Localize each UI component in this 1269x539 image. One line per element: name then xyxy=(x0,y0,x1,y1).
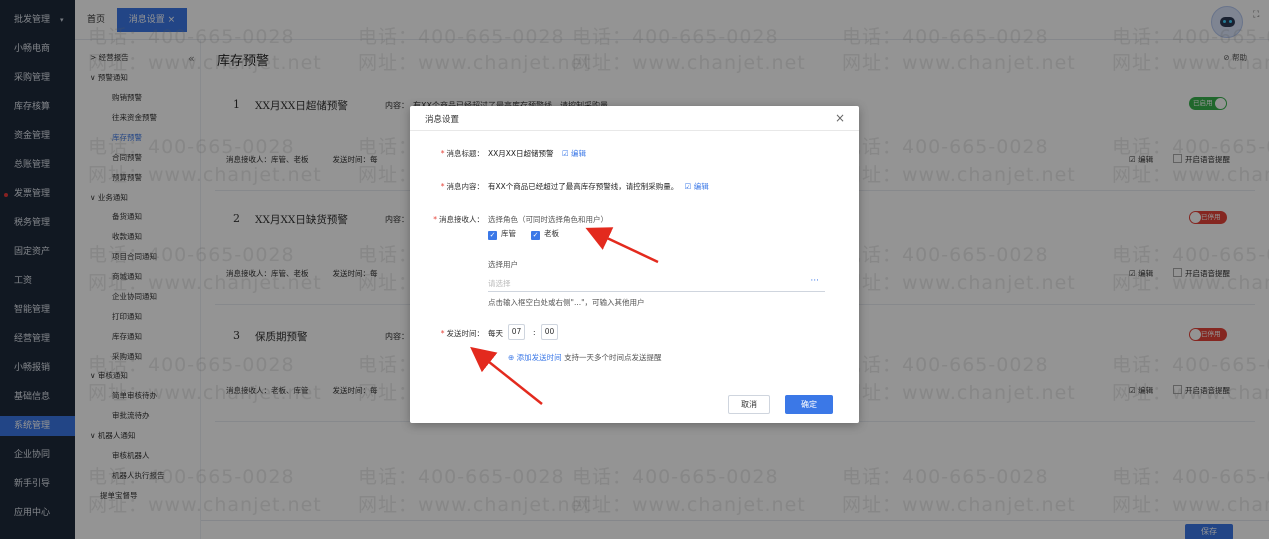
send-time-prefix: 每天 xyxy=(488,329,503,338)
user-select-input[interactable]: 请选择 ··· xyxy=(488,274,825,292)
send-time-label: * 发送时间： xyxy=(440,329,484,338)
add-send-time-hint: 支持一天多个时间点发送提醒 xyxy=(564,353,662,362)
user-select-placeholder: 请选择 xyxy=(488,279,511,288)
msg-receiver-label: * 消息接收人： xyxy=(433,215,484,224)
msg-content-value: 有XX个商品已经超过了最高库存预警线，请控制采购量。 xyxy=(488,182,679,191)
dialog-title: 消息设置 xyxy=(425,115,460,125)
more-icon[interactable]: ··· xyxy=(810,276,819,286)
role-checkbox-kuguan[interactable]: ✓ 库管 xyxy=(488,228,516,240)
user-select-hint: 点击输入框空白处或右侧"..."，可输入其他用户 xyxy=(488,298,645,307)
checkbox-checked-icon: ✓ xyxy=(531,231,540,240)
hour-input[interactable]: 07 xyxy=(508,324,525,340)
msg-content-label: * 消息内容： xyxy=(440,182,484,191)
role-hint: 选择角色（可同时选择角色和用户） xyxy=(488,215,608,224)
dialog-header: 消息设置 × xyxy=(410,106,859,131)
checkbox-checked-icon: ✓ xyxy=(488,231,497,240)
message-settings-dialog: 消息设置 × * 消息标题： XX月XX日超储预警 ☑ 编辑 * 消息内容： 有XX… xyxy=(410,106,859,423)
edit-content-link[interactable]: ☑ 编辑 xyxy=(685,182,709,191)
msg-title-value: XX月XX日超储预警 xyxy=(488,149,554,158)
msg-title-label: * 消息标题： xyxy=(440,149,484,158)
user-select-label: 选择用户 xyxy=(488,260,518,269)
confirm-button[interactable]: 确定 xyxy=(785,395,833,414)
minute-input[interactable]: 00 xyxy=(541,324,558,340)
cancel-button[interactable]: 取消 xyxy=(728,395,770,414)
edit-title-link[interactable]: ☑ 编辑 xyxy=(562,149,586,158)
add-send-time-link[interactable]: ⊕ 添加发送时间 xyxy=(508,353,562,362)
time-colon: : xyxy=(533,328,536,337)
role-checkbox-laoban[interactable]: ✓ 老板 xyxy=(531,228,559,240)
close-icon[interactable]: × xyxy=(835,111,845,125)
